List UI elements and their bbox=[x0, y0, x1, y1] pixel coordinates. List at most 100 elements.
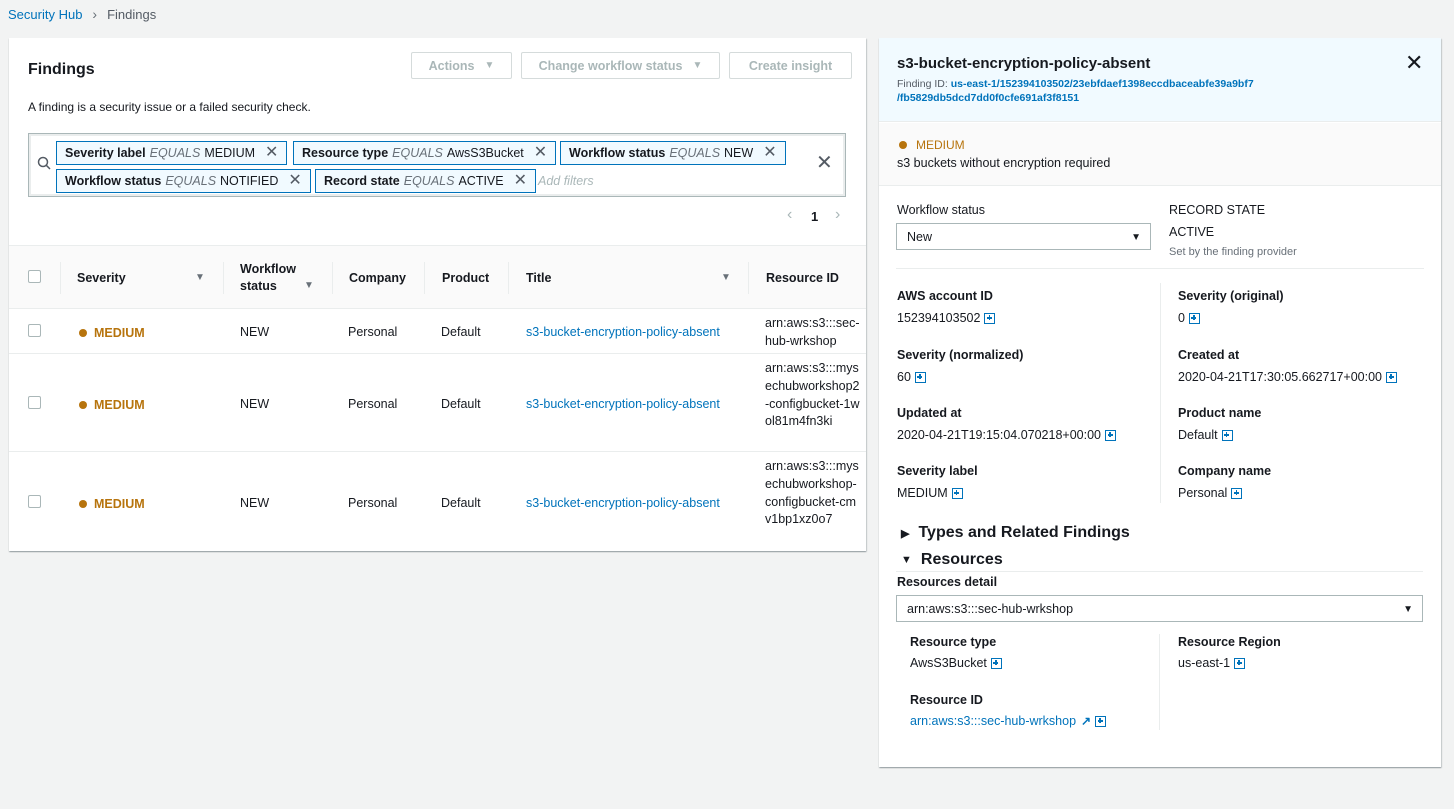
breadcrumb-security-hub[interactable]: Security Hub bbox=[8, 7, 82, 22]
company: Personal bbox=[348, 496, 398, 510]
severity-label-text: MEDIUM bbox=[897, 486, 948, 500]
finding-title-link[interactable]: s3-bucket-encryption-policy-absent bbox=[526, 325, 720, 339]
column-workflow-line2: status bbox=[240, 279, 277, 293]
add-filter-plus-icon[interactable] bbox=[1105, 429, 1116, 441]
remove-filter-icon[interactable]: ✕ bbox=[763, 145, 776, 161]
prev-page-icon[interactable]: ‹ bbox=[787, 206, 792, 224]
filter-token-resource-type[interactable]: Resource type EQUALS AwsS3Bucket ✕ bbox=[293, 141, 557, 165]
table-row[interactable]: MEDIUM NEW Personal Default s3-bucket-en… bbox=[9, 452, 866, 550]
divider bbox=[1159, 634, 1160, 730]
types-section-toggle[interactable]: ▶ Types and Related Findings bbox=[901, 524, 1130, 542]
row-checkbox[interactable] bbox=[28, 495, 41, 508]
product: Default bbox=[441, 496, 481, 510]
severity-original-text: 0 bbox=[1178, 311, 1185, 325]
severity-original-label: Severity (original) bbox=[1178, 289, 1284, 303]
aws-account-id-value: 152394103502 bbox=[897, 311, 996, 325]
column-divider bbox=[332, 262, 333, 294]
product: Default bbox=[441, 397, 481, 411]
chevron-right-icon: › bbox=[92, 6, 98, 22]
detail-header: s3-bucket-encryption-policy-absent Findi… bbox=[879, 38, 1441, 122]
add-filter-plus-icon[interactable] bbox=[951, 487, 963, 499]
created-at-text: 2020-04-21T17:30:05.662717+00:00 bbox=[1178, 370, 1382, 384]
divider bbox=[1160, 283, 1161, 503]
severity-block: MEDIUM s3 buckets without encryption req… bbox=[879, 123, 1441, 186]
column-divider bbox=[748, 262, 749, 294]
filter-bar[interactable]: Severity label EQUALS MEDIUM ✕ Resource … bbox=[28, 133, 846, 197]
product-name-value: Default bbox=[1178, 428, 1233, 442]
severity-dot-icon bbox=[79, 329, 87, 337]
sort-caret-icon[interactable]: ▼ bbox=[721, 272, 731, 283]
finding-id-link-cont[interactable]: /fb5829db5dcd7dd0f0cfe691af3f8151 bbox=[897, 92, 1079, 104]
add-filter-plus-icon[interactable] bbox=[1188, 312, 1200, 324]
severity-badge: MEDIUM bbox=[79, 398, 145, 412]
resource-region-text: us-east-1 bbox=[1178, 656, 1231, 670]
company-name-text: Personal bbox=[1178, 486, 1228, 500]
filter-token-workflow-new[interactable]: Workflow status EQUALS NEW ✕ bbox=[560, 141, 786, 165]
filter-operator: EQUALS bbox=[392, 146, 443, 160]
company-name-label: Company name bbox=[1178, 464, 1272, 478]
page-number[interactable]: 1 bbox=[811, 209, 818, 224]
resource-type-label: Resource type bbox=[910, 635, 997, 649]
sort-caret-icon[interactable]: ▼ bbox=[195, 272, 205, 283]
remove-filter-icon[interactable]: ✕ bbox=[514, 173, 527, 189]
workflow-status-select[interactable]: New ▼ bbox=[896, 223, 1151, 250]
clear-filters-icon[interactable]: ✕ bbox=[816, 153, 833, 173]
row-checkbox[interactable] bbox=[28, 396, 41, 409]
filter-operator: EQUALS bbox=[669, 146, 721, 160]
next-page-icon[interactable]: › bbox=[835, 206, 840, 224]
add-filter-plus-icon[interactable] bbox=[990, 657, 1002, 669]
create-insight-button[interactable]: Create insight bbox=[729, 52, 852, 79]
select-all-checkbox[interactable] bbox=[28, 270, 41, 283]
severity-dot-icon bbox=[899, 141, 907, 149]
table-row[interactable]: MEDIUM NEW Personal Default s3-bucket-en… bbox=[9, 354, 866, 452]
search-icon bbox=[37, 156, 51, 170]
finding-title-link[interactable]: s3-bucket-encryption-policy-absent bbox=[526, 496, 720, 510]
add-filter-plus-icon[interactable] bbox=[1231, 487, 1243, 499]
column-severity[interactable]: Severity bbox=[77, 270, 126, 287]
severity-label-value: MEDIUM bbox=[897, 486, 963, 500]
add-filter-plus-icon[interactable] bbox=[1221, 429, 1233, 441]
column-product[interactable]: Product bbox=[442, 270, 489, 287]
severity-text: MEDIUM bbox=[94, 326, 145, 340]
filter-token-record-state[interactable]: Record state EQUALS ACTIVE ✕ bbox=[315, 169, 537, 193]
column-resource-id[interactable]: Resource ID bbox=[766, 270, 839, 287]
add-filter-plus-icon[interactable] bbox=[1095, 715, 1107, 727]
row-checkbox[interactable] bbox=[28, 324, 41, 337]
column-workflow-line1: Workflow bbox=[240, 262, 297, 276]
finding-id-link[interactable]: us-east-1/152394103502/23ebfdaef1398eccd… bbox=[951, 78, 1254, 90]
divider bbox=[896, 268, 1424, 269]
updated-at-value: 2020-04-21T19:15:04.070218+00:00 bbox=[897, 428, 1116, 442]
sort-caret-icon[interactable]: ▼ bbox=[304, 280, 314, 291]
table-row[interactable]: MEDIUM NEW Personal Default s3-bucket-en… bbox=[9, 309, 866, 354]
resources-detail-select[interactable]: arn:aws:s3:::sec-hub-wrkshop ▼ bbox=[896, 595, 1423, 622]
caret-down-icon: ▼ bbox=[692, 60, 703, 71]
remove-filter-icon[interactable]: ✕ bbox=[534, 145, 547, 161]
external-link-icon[interactable]: ↗ bbox=[1081, 714, 1091, 728]
record-state-caption: Set by the finding provider bbox=[1169, 246, 1297, 258]
resource-region-value: us-east-1 bbox=[1178, 656, 1246, 670]
add-filter-plus-icon[interactable] bbox=[914, 371, 926, 383]
filter-token-severity-label[interactable]: Severity label EQUALS MEDIUM ✕ bbox=[56, 141, 288, 165]
add-filter-plus-icon[interactable] bbox=[984, 312, 996, 324]
remove-filter-icon[interactable]: ✕ bbox=[288, 173, 301, 189]
breadcrumb: Security Hub › Findings bbox=[8, 6, 156, 22]
resource-region-label: Resource Region bbox=[1178, 635, 1281, 649]
column-company[interactable]: Company bbox=[349, 270, 406, 287]
add-filter-plus-icon[interactable] bbox=[1234, 657, 1246, 669]
findings-description: A finding is a security issue or a faile… bbox=[28, 100, 311, 114]
filter-key: Resource type bbox=[302, 146, 389, 160]
filter-token-workflow-notified[interactable]: Workflow status EQUALS NOTIFIED ✕ bbox=[56, 169, 311, 193]
remove-filter-icon[interactable]: ✕ bbox=[265, 145, 278, 161]
add-filters-input[interactable]: Add filters bbox=[538, 174, 594, 188]
resources-section-toggle[interactable]: ▼ Resources bbox=[901, 551, 1003, 569]
change-workflow-status-button[interactable]: Change workflow status ▼ bbox=[521, 52, 720, 79]
column-workflow[interactable]: Workflow status bbox=[240, 261, 296, 295]
column-title[interactable]: Title bbox=[526, 270, 551, 287]
actions-button[interactable]: Actions ▼ bbox=[411, 52, 512, 79]
close-icon[interactable]: ✕ bbox=[1405, 52, 1423, 74]
add-filter-plus-icon[interactable] bbox=[1386, 371, 1397, 383]
resource-id-link[interactable]: arn:aws:s3:::sec-hub-wrkshop bbox=[910, 714, 1076, 728]
product: Default bbox=[441, 325, 481, 339]
company: Personal bbox=[348, 397, 398, 411]
finding-title-link[interactable]: s3-bucket-encryption-policy-absent bbox=[526, 397, 720, 411]
